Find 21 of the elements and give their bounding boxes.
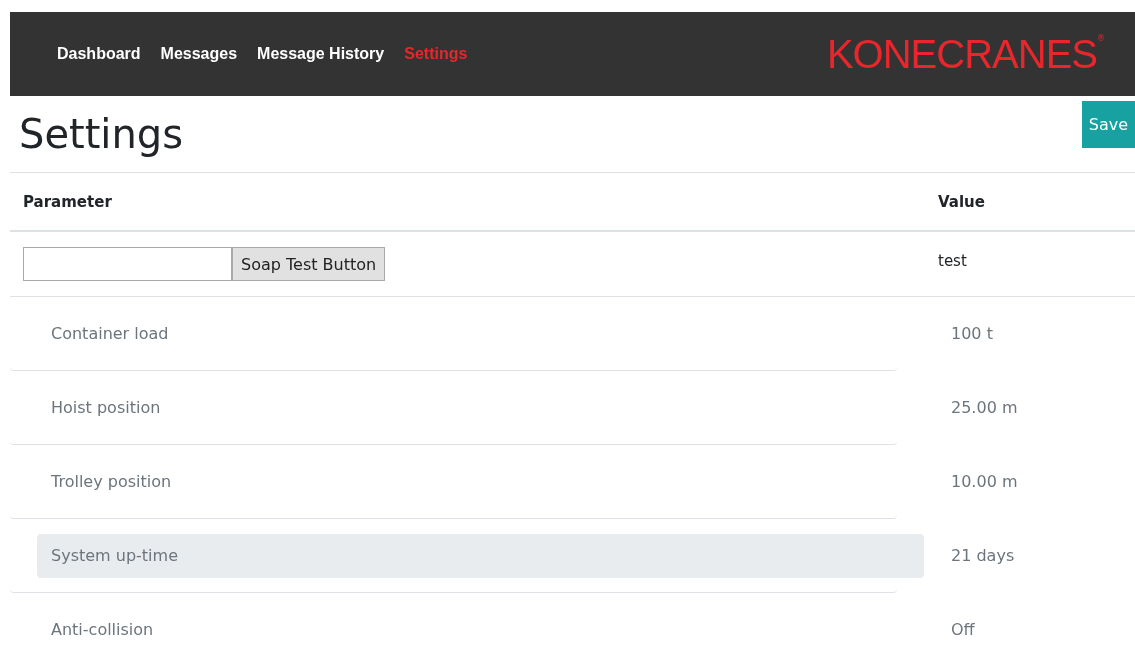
nav-link[interactable]: Message History xyxy=(257,45,385,63)
nav-link[interactable]: Dashboard xyxy=(57,45,141,63)
column-header: Parameter xyxy=(23,192,112,211)
page-title: Settings xyxy=(19,110,184,158)
registered-mark: ® xyxy=(1097,34,1105,43)
value-text: 21 days xyxy=(950,545,1016,567)
column-header: Value xyxy=(938,192,985,211)
parameter-field: System up-time xyxy=(37,533,924,578)
logo: KONECRANES xyxy=(826,34,1097,74)
input-field[interactable] xyxy=(23,247,232,281)
value-text: 100 t xyxy=(950,323,994,345)
parameter-field: Trolley position xyxy=(37,459,924,504)
parameter-field: Hoist position xyxy=(37,385,924,430)
nav-link[interactable]: Messages xyxy=(160,45,238,63)
parameter-field: Container load xyxy=(37,311,924,356)
soap-test-button[interactable]: Soap Test Button xyxy=(232,247,386,281)
value-text: Off xyxy=(950,619,976,641)
value-text: 10.00 m xyxy=(950,471,1019,493)
value-text: 25.00 m xyxy=(950,397,1019,419)
value-text: test xyxy=(938,252,967,270)
parameter-field: Anti-collision xyxy=(37,607,924,652)
